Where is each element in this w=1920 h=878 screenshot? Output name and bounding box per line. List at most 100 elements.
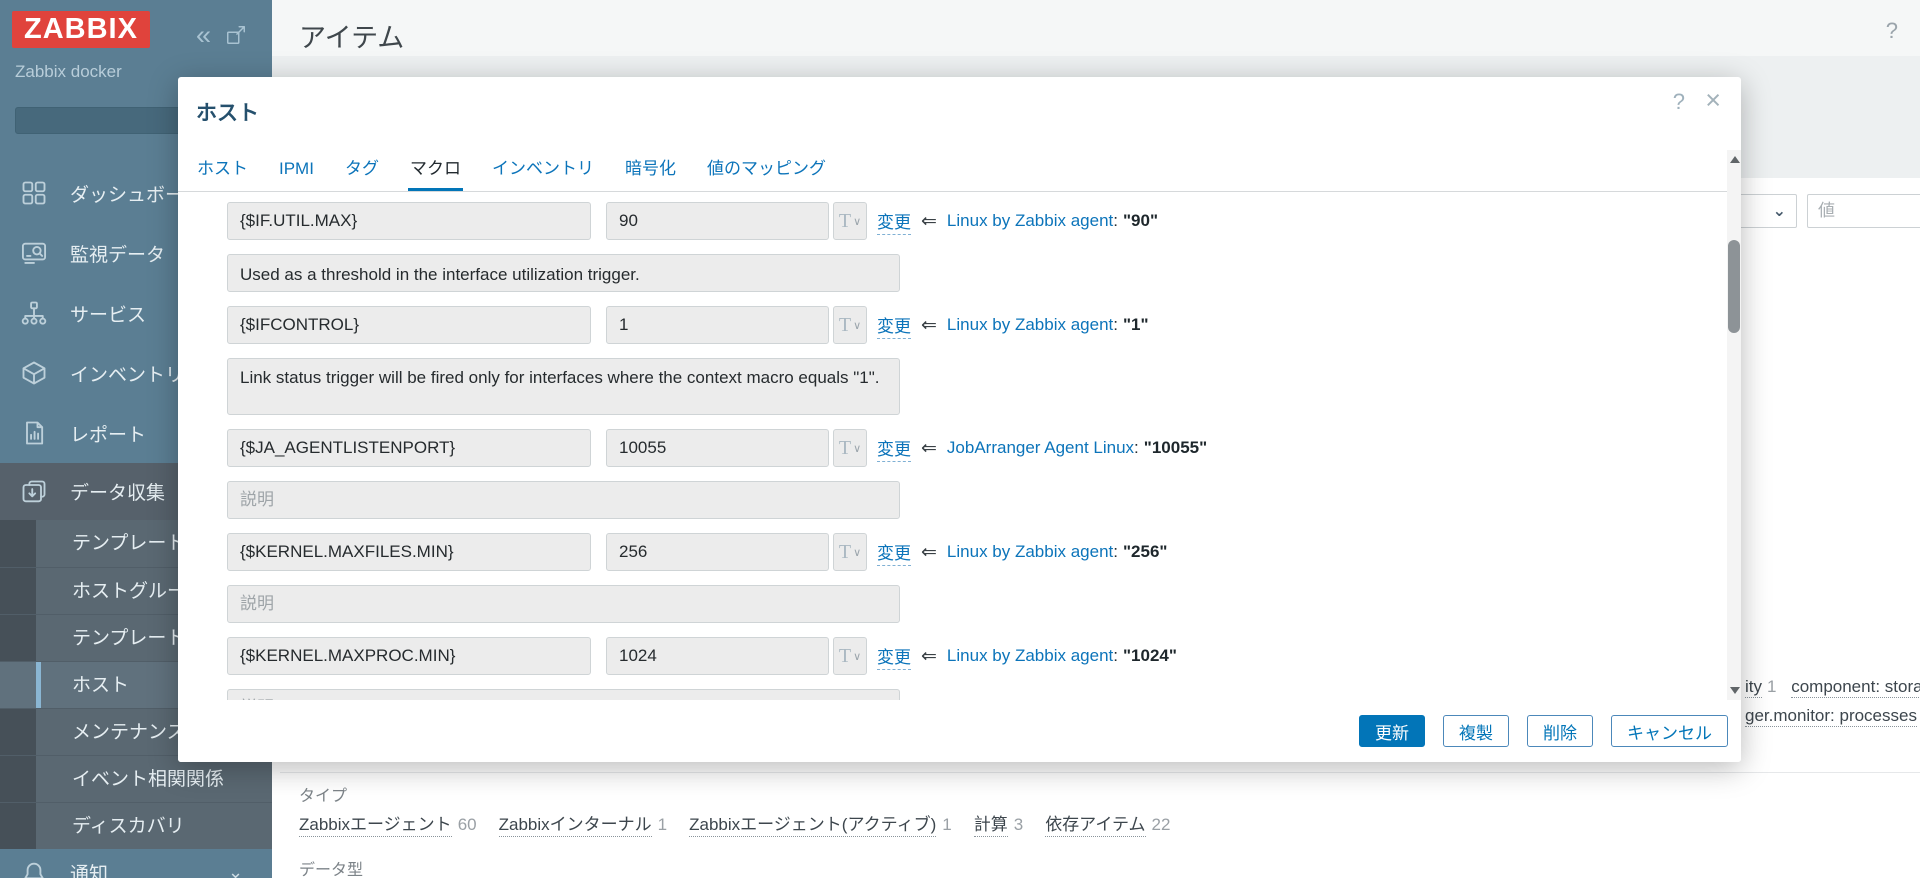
macro-name-input[interactable]	[227, 429, 591, 467]
tag-value-input[interactable]	[1807, 194, 1920, 228]
change-link[interactable]: 変更	[877, 208, 911, 235]
bell-icon	[20, 859, 48, 878]
chevron-down-icon: ∨	[853, 319, 862, 332]
datatype-section-label: データ型	[299, 862, 364, 878]
delete-button[interactable]: 削除	[1527, 715, 1593, 747]
type-filter-item[interactable]: Zabbixインターナル 1	[498, 810, 667, 837]
tab-tags[interactable]: タグ	[345, 154, 379, 191]
macro-type-dropdown[interactable]: T ∨	[833, 202, 867, 240]
modal-scrollbar[interactable]	[1727, 150, 1741, 700]
subfilter-tag[interactable]: component: stora	[1791, 677, 1920, 698]
sidebar-item-notifications[interactable]: 通知 ⌄	[0, 849, 272, 878]
scroll-down-icon[interactable]	[1730, 687, 1740, 694]
subfilter-tag[interactable]: ger.monitor: processes	[1745, 706, 1917, 727]
tab-inventory[interactable]: インベントリ	[492, 154, 594, 191]
inherited-from-arrow-icon: ⇐	[921, 645, 937, 667]
data-collection-icon	[20, 478, 48, 506]
change-link[interactable]: 変更	[877, 312, 911, 339]
tab-ipmi[interactable]: IPMI	[279, 159, 314, 191]
sidebar-item-discovery[interactable]: ディスカバリ	[0, 802, 272, 849]
change-link[interactable]: 変更	[877, 435, 911, 462]
macro-description-input[interactable]	[227, 481, 900, 519]
change-link[interactable]: 変更	[877, 539, 911, 566]
macro-type-dropdown[interactable]: T ∨	[833, 306, 867, 344]
zabbix-logo[interactable]: ZABBIX	[12, 11, 150, 48]
macro-type-dropdown[interactable]: T ∨	[833, 637, 867, 675]
inventory-icon	[20, 359, 48, 387]
macro-value-input[interactable]	[606, 429, 829, 467]
macro-name-input[interactable]	[227, 202, 591, 240]
macro-description[interactable]: Used as a threshold in the interface uti…	[227, 254, 900, 292]
macro-row: T∨ 変更 ⇐ Linux by Zabbix agent: "1"	[227, 306, 1741, 344]
type-section-label: タイプ	[299, 788, 348, 805]
template-link[interactable]: Linux by Zabbix agent	[947, 211, 1113, 231]
macros-list: T∨ 変更 ⇐ Linux by Zabbix agent: "90" Used…	[178, 192, 1741, 700]
sidebar-item-event-correlation[interactable]: イベント相関関係	[0, 755, 272, 802]
page-header	[272, 0, 1920, 56]
cancel-button[interactable]: キャンセル	[1611, 715, 1728, 747]
macro-type-dropdown[interactable]: T ∨	[833, 429, 867, 467]
type-filter-item[interactable]: Zabbixエージェント 60	[299, 810, 477, 837]
macro-value-input[interactable]	[606, 637, 829, 675]
sidebar-item-label: レポート	[70, 424, 147, 446]
macro-name-input[interactable]	[227, 637, 591, 675]
tab-macros[interactable]: マクロ	[407, 154, 463, 191]
template-link[interactable]: Linux by Zabbix agent	[947, 315, 1113, 335]
template-link[interactable]: Linux by Zabbix agent	[947, 646, 1113, 666]
macro-name-input[interactable]	[227, 306, 591, 344]
modal-footer: 更新 複製 削除 キャンセル	[178, 700, 1741, 762]
chevron-down-icon: ∨	[853, 650, 862, 663]
macro-description-input[interactable]	[227, 689, 900, 700]
macro-row: T∨ 変更 ⇐ Linux by Zabbix agent: "1024"	[227, 637, 1741, 675]
update-button[interactable]: 更新	[1359, 715, 1425, 747]
macro-description-input[interactable]	[227, 585, 900, 623]
template-link[interactable]: Linux by Zabbix agent	[947, 542, 1113, 562]
subfilter-tag[interactable]: ity	[1745, 677, 1762, 698]
template-macro-value: "256"	[1123, 542, 1168, 561]
scroll-up-icon[interactable]	[1730, 156, 1740, 163]
modal-help-icon[interactable]: ?	[1673, 89, 1685, 115]
sidebar-item-label: 監視データ	[70, 244, 166, 266]
monitoring-icon	[20, 239, 48, 267]
inherited-from-arrow-icon: ⇐	[921, 437, 937, 459]
reports-icon	[20, 419, 48, 447]
type-filter-item[interactable]: 計算 3	[973, 810, 1023, 837]
chevron-down-icon[interactable]: ⌄	[228, 862, 243, 878]
type-filter-item[interactable]: 依存アイテム 22	[1045, 810, 1170, 837]
template-link[interactable]: JobArranger Agent Linux	[947, 438, 1134, 458]
tab-encryption[interactable]: 暗号化	[625, 154, 676, 191]
macro-value-input[interactable]	[606, 533, 829, 571]
tag-count: 1	[1767, 677, 1777, 696]
sidebar-item-label: データ収集	[70, 483, 166, 504]
macro-description[interactable]: Link status trigger will be fired only f…	[227, 358, 900, 415]
close-icon[interactable]: ×	[1705, 85, 1721, 116]
page: ZABBIX « Zabbix docker ダッシュボード 監視データ サービ…	[0, 0, 1920, 878]
tab-value-mapping[interactable]: 値のマッピング	[707, 154, 826, 191]
tab-host[interactable]: ホスト	[197, 154, 248, 191]
template-macro-value: "90"	[1123, 211, 1159, 230]
chevron-down-icon: ∨	[853, 442, 862, 455]
section-divider	[280, 772, 1920, 773]
template-macro-value: "1024"	[1123, 646, 1177, 665]
macro-value-input[interactable]	[606, 202, 829, 240]
macro-name-input[interactable]	[227, 533, 591, 571]
subfilter-tags-line1: ity 1 component: stora	[1745, 677, 1920, 698]
macro-type-dropdown[interactable]: T ∨	[833, 533, 867, 571]
modal-title: ホスト	[196, 102, 259, 125]
page-title: アイテム	[299, 23, 405, 53]
modal-tabs: ホスト IPMI タグ マクロ インベントリ 暗号化 値のマッピング	[178, 147, 1741, 192]
macro-value-input[interactable]	[606, 306, 829, 344]
macro-row: T∨ 変更 ⇐ Linux by Zabbix agent: "90"	[227, 202, 1741, 240]
change-link[interactable]: 変更	[877, 643, 911, 670]
chevron-down-icon: ∨	[853, 546, 862, 559]
type-filter-item[interactable]: Zabbixエージェント(アクティブ) 1	[689, 810, 952, 837]
template-macro-value: "10055"	[1143, 438, 1208, 457]
hide-sidebar-icon[interactable]	[225, 24, 247, 46]
chevron-down-icon: ∨	[853, 215, 862, 228]
collapse-sidebar-icon[interactable]: «	[196, 22, 211, 49]
clone-button[interactable]: 複製	[1443, 715, 1509, 747]
help-icon[interactable]: ?	[1886, 18, 1898, 44]
macro-row: T∨ 変更 ⇐ Linux by Zabbix agent: "256"	[227, 533, 1741, 571]
scrollbar-thumb[interactable]	[1728, 240, 1740, 333]
inherited-from-arrow-icon: ⇐	[921, 541, 937, 563]
